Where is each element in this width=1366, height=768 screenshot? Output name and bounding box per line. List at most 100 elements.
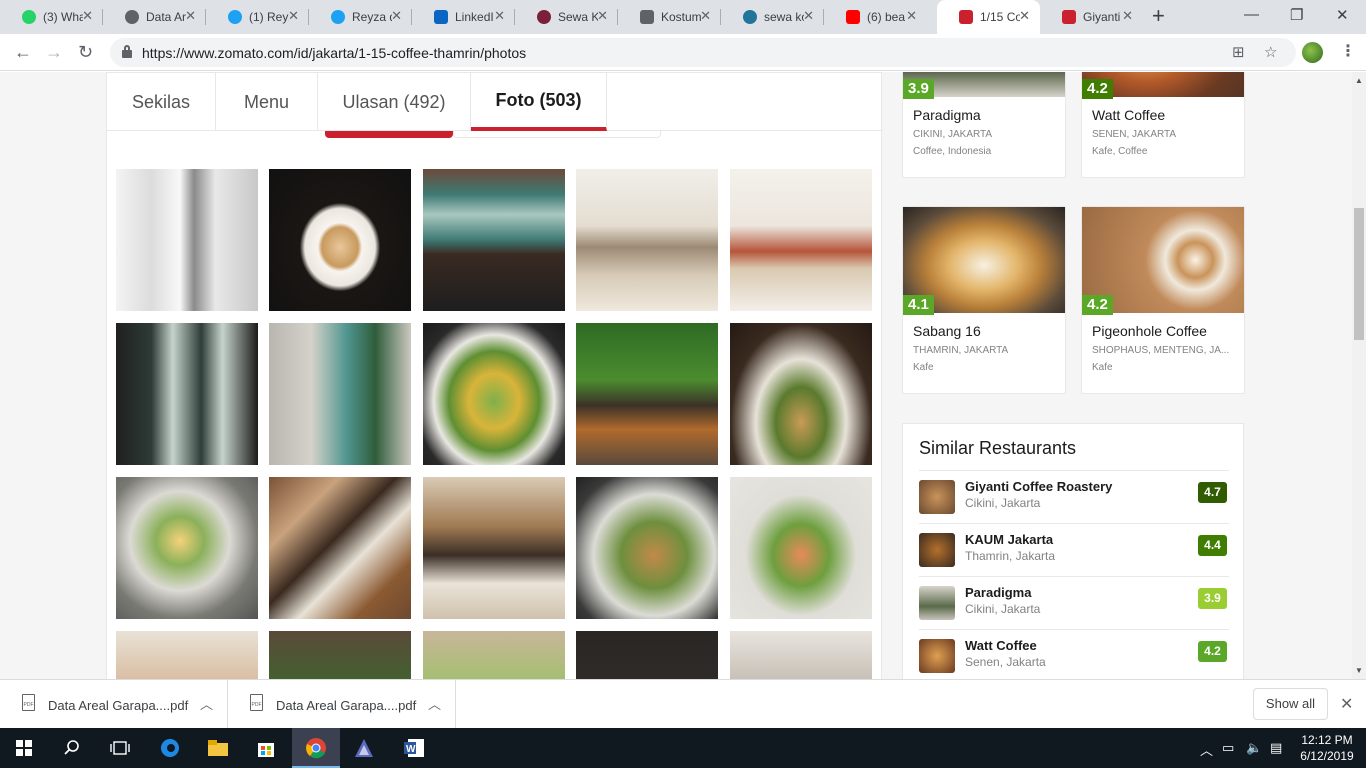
volume-icon[interactable]: 🔈 (1246, 740, 1262, 756)
browser-tab[interactable]: Data Ar ✕ (103, 0, 206, 34)
chevron-up-icon[interactable]: ︿ (1200, 740, 1213, 759)
photo-tile[interactable] (423, 477, 565, 619)
close-icon[interactable]: ✕ (1122, 9, 1133, 23)
photo-tile[interactable] (269, 169, 411, 311)
chevron-up-icon[interactable]: ︿ (428, 694, 441, 713)
close-icon[interactable]: ✕ (803, 9, 814, 23)
tab-reviews[interactable]: Ulasan (492) (318, 73, 471, 131)
photo-tile[interactable] (269, 323, 411, 465)
back-button[interactable]: ← (14, 40, 32, 64)
new-tab-button[interactable]: + (1152, 5, 1165, 27)
chrome-icon[interactable] (292, 728, 340, 768)
photo-tile[interactable] (730, 631, 872, 679)
browser-tab-active[interactable]: 1/15 Co ✕ (937, 0, 1040, 34)
file-explorer-icon[interactable] (194, 728, 242, 768)
address-bar[interactable]: https://www.zomato.com/id/jakarta/1-15-c… (110, 38, 1296, 67)
restaurant-name[interactable]: Pigeonhole Coffee (1092, 323, 1207, 339)
close-downloads-icon[interactable]: ✕ (1340, 694, 1353, 714)
browser-tab[interactable]: (3) Wha ✕ (0, 0, 103, 34)
photo-tile[interactable] (116, 477, 258, 619)
download-item[interactable]: PDF Data Areal Garapa....pdf ︿ (228, 680, 456, 729)
minimize-button[interactable]: — (1244, 6, 1259, 23)
tab-menu[interactable]: Menu (216, 73, 318, 131)
browser-tab[interactable]: sewa ko ✕ (721, 0, 824, 34)
forward-button[interactable]: → (45, 40, 63, 64)
close-icon[interactable]: ✕ (906, 9, 917, 23)
restaurant-name[interactable]: Watt Coffee (1092, 107, 1165, 123)
photo-tile[interactable] (423, 323, 565, 465)
task-view-icon[interactable] (96, 728, 144, 768)
photo-tile[interactable] (730, 477, 872, 619)
photo-tile[interactable] (269, 631, 411, 679)
scroll-thumb[interactable] (1354, 208, 1364, 340)
app-icon[interactable] (340, 728, 388, 768)
close-icon[interactable]: ✕ (185, 9, 196, 23)
photo-tile[interactable] (116, 631, 258, 679)
show-all-button[interactable]: Show all (1253, 688, 1328, 720)
photo-tile[interactable] (269, 477, 411, 619)
close-icon[interactable]: ✕ (1019, 9, 1030, 23)
subfilter-active[interactable] (325, 131, 453, 138)
maximize-button[interactable]: ❐ (1290, 6, 1303, 24)
browser-tab[interactable]: (6) bea ✕ (824, 0, 927, 34)
profile-avatar[interactable] (1302, 42, 1323, 63)
tab-overview[interactable]: Sekilas (107, 73, 216, 131)
scroll-up-arrow[interactable]: ▲ (1355, 76, 1363, 85)
photo-tile[interactable] (116, 323, 258, 465)
restaurant-name[interactable]: Watt Coffee (965, 638, 1037, 653)
nearby-restaurant-card[interactable]: 4.2 Pigeonhole Coffee SHOPHAUS, MENTENG,… (1081, 206, 1245, 394)
network-icon[interactable]: ▭ (1222, 740, 1234, 756)
close-icon[interactable]: ✕ (391, 9, 402, 23)
browser-tab[interactable]: LinkedI ✕ (412, 0, 515, 34)
close-icon[interactable]: ✕ (288, 9, 299, 23)
browser-tab[interactable]: Giyanti ✕ (1040, 0, 1143, 34)
close-icon[interactable]: ✕ (700, 9, 711, 23)
tab-photos[interactable]: Foto (503) (471, 73, 607, 131)
scroll-down-arrow[interactable]: ▼ (1355, 666, 1363, 675)
photo-tile[interactable] (730, 169, 872, 311)
nearby-restaurant-card[interactable]: 4.1 Sabang 16 THAMRIN, JAKARTA Kafe (902, 206, 1066, 394)
similar-restaurant-row[interactable]: KAUM Jakarta Thamrin, Jakarta 4.4 (919, 523, 1229, 576)
photo-tile[interactable] (576, 477, 718, 619)
search-icon[interactable] (48, 728, 96, 768)
restaurant-name[interactable]: Giyanti Coffee Roastery (965, 479, 1112, 494)
translate-icon[interactable]: ⊞ (1232, 43, 1245, 61)
chrome-menu-icon[interactable]: ⋮ (1340, 41, 1356, 61)
photo-tile[interactable] (576, 631, 718, 679)
restaurant-name[interactable]: KAUM Jakarta (965, 532, 1053, 547)
photo-tile[interactable] (423, 631, 565, 679)
browser-tab[interactable]: (1) Reyz✕ (206, 0, 309, 34)
photo-tile[interactable] (423, 169, 565, 311)
photo-tile[interactable] (116, 169, 258, 311)
download-item[interactable]: PDF Data Areal Garapa....pdf ︿ (0, 680, 228, 729)
nearby-restaurant-card[interactable]: 3.9 Paradigma CIKINI, JAKARTA Coffee, In… (902, 72, 1066, 178)
photo-tile[interactable] (730, 323, 872, 465)
subfilter-inactive[interactable] (453, 131, 661, 138)
windows-start-icon[interactable] (0, 728, 48, 768)
browser-tab[interactable]: Kostum ✕ (618, 0, 721, 34)
browser-tab[interactable]: Reyza d ✕ (309, 0, 412, 34)
edge-browser-icon[interactable] (146, 728, 194, 768)
store-icon[interactable] (242, 728, 290, 768)
word-icon[interactable]: W (390, 728, 438, 768)
close-icon[interactable]: ✕ (597, 9, 608, 23)
restaurant-name[interactable]: Paradigma (965, 585, 1031, 600)
chevron-up-icon[interactable]: ︿ (200, 694, 213, 713)
reload-button[interactable]: ↻ (78, 40, 93, 64)
similar-restaurant-row[interactable]: Giyanti Coffee Roastery Cikini, Jakarta … (919, 470, 1229, 523)
similar-restaurant-row[interactable]: Watt Coffee Senen, Jakarta 4.2 (919, 629, 1229, 679)
nearby-restaurant-card[interactable]: 4.2 Watt Coffee SENEN, JAKARTA Kafe, Cof… (1081, 72, 1245, 178)
similar-restaurant-row[interactable]: Paradigma Cikini, Jakarta 3.9 (919, 576, 1229, 629)
restaurant-name[interactable]: Sabang 16 (913, 323, 981, 339)
page-scrollbar[interactable]: ▲ ▼ (1352, 72, 1366, 679)
close-icon[interactable]: ✕ (494, 9, 505, 23)
bookmark-star-icon[interactable]: ☆ (1264, 43, 1277, 61)
photo-tile[interactable] (576, 169, 718, 311)
notification-icon[interactable]: ▤ (1270, 740, 1282, 756)
restaurant-name[interactable]: Paradigma (913, 107, 981, 123)
close-icon[interactable]: ✕ (82, 9, 93, 23)
browser-tab[interactable]: Sewa K ✕ (515, 0, 618, 34)
photo-tile[interactable] (576, 323, 718, 465)
system-clock[interactable]: 12:12 PM 6/12/2019 (1296, 732, 1358, 764)
close-window-button[interactable]: ✕ (1336, 6, 1349, 24)
